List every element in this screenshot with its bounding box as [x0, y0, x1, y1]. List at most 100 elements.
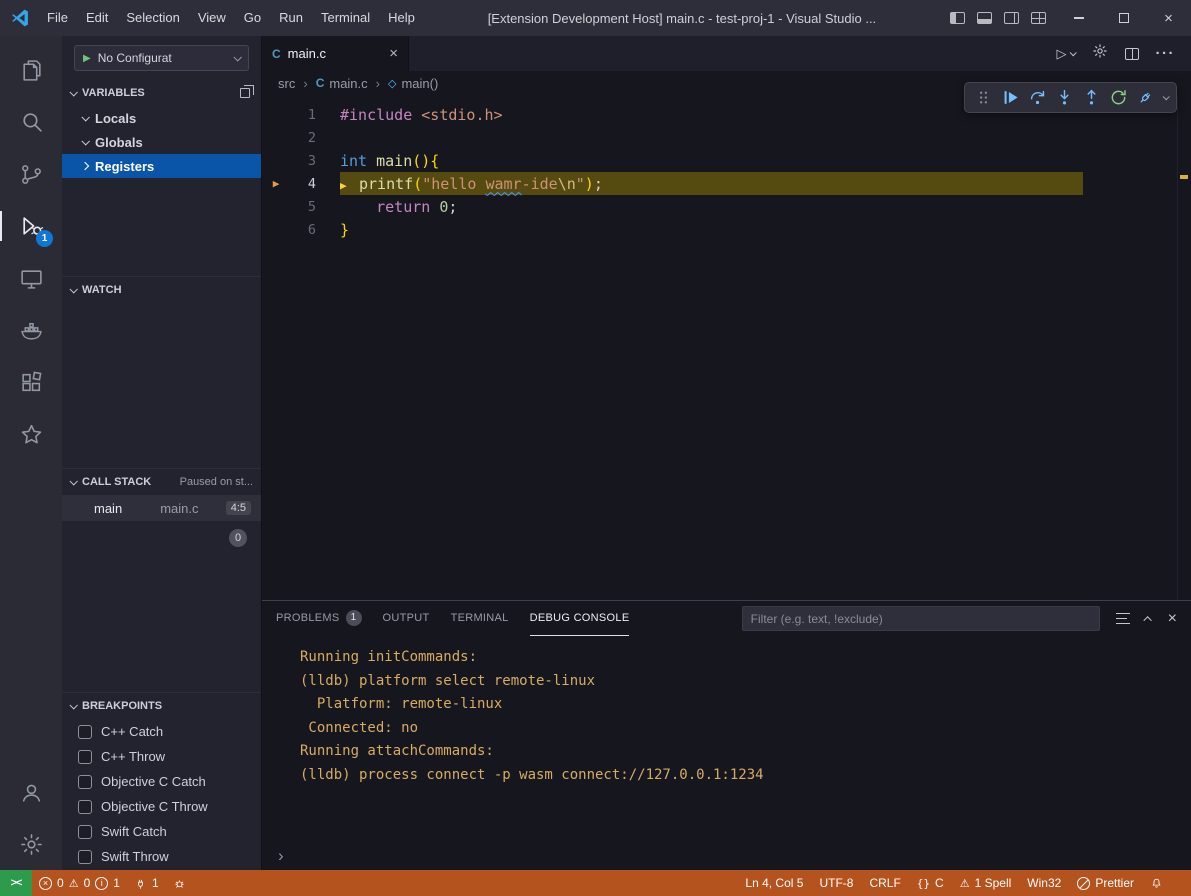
breakpoint-item[interactable]: C++ Catch	[62, 719, 261, 744]
breakpoint-item[interactable]: Swift Throw	[62, 844, 261, 869]
accounts-icon[interactable]	[0, 766, 62, 818]
menu-selection[interactable]: Selection	[117, 0, 188, 36]
step-into-button[interactable]	[1051, 84, 1078, 111]
menu-run[interactable]: Run	[270, 0, 312, 36]
minimize-button[interactable]	[1056, 0, 1101, 36]
formatter-item[interactable]: Prettier	[1069, 870, 1142, 896]
code-line-5[interactable]: 5 return 0;	[262, 195, 1191, 218]
breadcrumb-item[interactable]: Cmain.c	[316, 76, 368, 91]
star-icon[interactable]	[0, 408, 62, 460]
disconnect-button[interactable]	[1132, 84, 1159, 111]
encoding-item[interactable]: UTF-8	[811, 870, 861, 896]
output-lines-icon[interactable]	[1116, 613, 1130, 624]
chevron-down-icon	[69, 701, 77, 709]
close-button[interactable]: ×	[1146, 0, 1191, 36]
notifications-bell-icon[interactable]	[1142, 870, 1171, 896]
panel-tab-problems[interactable]: PROBLEMS1	[276, 601, 362, 636]
menu-file[interactable]: File	[38, 0, 77, 36]
menu-help[interactable]: Help	[379, 0, 424, 36]
console-output[interactable]: Running initCommands:(lldb) platform sel…	[262, 636, 1191, 842]
tab-main-c[interactable]: C main.c ×	[262, 36, 409, 71]
breakpoint-checkbox[interactable]	[78, 775, 92, 789]
breadcrumb-item[interactable]: src	[278, 76, 295, 91]
start-debugging-icon[interactable]: ▶	[83, 53, 91, 64]
spell-checker-item[interactable]: ⚠ 1 Spell	[952, 870, 1020, 896]
console-filter-input[interactable]	[742, 606, 1100, 631]
symbol-icon: ◇	[388, 77, 396, 90]
breakpoints-header[interactable]: BREAKPOINTS	[62, 693, 261, 719]
diagnostics-item[interactable]: × 0 ⚠ 0 i 1	[32, 870, 127, 896]
menu-go[interactable]: Go	[235, 0, 270, 36]
menu-terminal[interactable]: Terminal	[312, 0, 379, 36]
step-out-button[interactable]	[1078, 84, 1105, 111]
breakpoint-checkbox[interactable]	[78, 725, 92, 739]
breakpoint-checkbox[interactable]	[78, 750, 92, 764]
code-line-2[interactable]: 2	[262, 126, 1191, 149]
docker-icon[interactable]	[0, 304, 62, 356]
breadcrumb-item[interactable]: ◇main()	[388, 76, 438, 91]
debug-status-item[interactable]	[166, 870, 193, 896]
remote-indicator[interactable]: ><	[0, 870, 32, 896]
console-input-row[interactable]: ›	[262, 842, 1191, 870]
variables-item-registers[interactable]: Registers	[62, 154, 261, 178]
drag-grip-icon[interactable]	[970, 84, 997, 111]
source-control-icon[interactable]	[0, 148, 62, 200]
menu-view[interactable]: View	[189, 0, 235, 36]
cursor-position-item[interactable]: Ln 4, Col 5	[737, 870, 811, 896]
breakpoint-item[interactable]: Objective C Throw	[62, 794, 261, 819]
stack-frame-row[interactable]: main main.c 4:5	[62, 495, 261, 521]
debug-config-dropdown[interactable]: ▶ No Configurat	[74, 45, 249, 71]
settings-gear-icon[interactable]	[0, 818, 62, 870]
breakpoint-checkbox[interactable]	[78, 825, 92, 839]
toggle-panel-icon[interactable]	[977, 12, 992, 24]
restart-button[interactable]	[1105, 84, 1132, 111]
breakpoint-checkbox[interactable]	[78, 800, 92, 814]
maximize-panel-icon[interactable]	[1143, 616, 1151, 624]
close-panel-icon[interactable]: ×	[1168, 611, 1177, 627]
call-stack-header[interactable]: CALL STACK Paused on st...	[62, 469, 261, 495]
breakpoint-arrow-icon[interactable]: ▶	[262, 177, 290, 190]
panel-tab-output[interactable]: OUTPUT	[383, 601, 430, 636]
variables-item-locals[interactable]: Locals	[62, 106, 261, 130]
watch-header[interactable]: WATCH	[62, 277, 261, 303]
toggle-sidebar-icon[interactable]	[950, 12, 965, 24]
breakpoint-item[interactable]: Objective C Catch	[62, 769, 261, 794]
breakpoint-item[interactable]: C++ Throw	[62, 744, 261, 769]
customize-layout-icon[interactable]	[1031, 12, 1046, 24]
language-mode-item[interactable]: {} C	[909, 870, 952, 896]
menu-bar: FileEditSelectionViewGoRunTerminalHelp	[38, 0, 424, 36]
editor-settings-gear-icon[interactable]	[1092, 43, 1108, 64]
platform-item[interactable]: Win32	[1019, 870, 1069, 896]
toggle-secondary-sidebar-icon[interactable]	[1004, 12, 1019, 24]
extensions-icon[interactable]	[0, 356, 62, 408]
split-editor-icon[interactable]	[1125, 48, 1139, 60]
code-line-3[interactable]: 3int main(){	[262, 149, 1191, 172]
ports-item[interactable]: 1	[127, 870, 166, 896]
run-and-debug-icon[interactable]: 1	[0, 200, 62, 252]
c-file-icon: C	[316, 76, 325, 90]
maximize-button[interactable]	[1101, 0, 1146, 36]
menu-edit[interactable]: Edit	[77, 0, 117, 36]
panel-tab-debug-console[interactable]: DEBUG CONSOLE	[530, 601, 630, 636]
explorer-icon[interactable]	[0, 44, 62, 96]
code-editor[interactable]: 1#include <stdio.h>23int main(){▶4▶print…	[262, 95, 1191, 600]
continue-button[interactable]	[997, 84, 1024, 111]
activity-bar: 1	[0, 36, 62, 870]
run-or-debug-icon[interactable]: ▷	[1057, 46, 1075, 62]
overview-ruler[interactable]	[1177, 95, 1191, 600]
code-line-6[interactable]: 6}	[262, 218, 1191, 241]
breakpoint-checkbox[interactable]	[78, 850, 92, 864]
step-over-button[interactable]	[1024, 84, 1051, 111]
breakpoint-item[interactable]: Swift Catch	[62, 819, 261, 844]
more-actions-icon[interactable]: ···	[1156, 45, 1176, 62]
variables-header[interactable]: VARIABLES	[62, 80, 261, 106]
variables-item-globals[interactable]: Globals	[62, 130, 261, 154]
close-tab-icon[interactable]: ×	[389, 45, 398, 62]
remote-explorer-icon[interactable]	[0, 252, 62, 304]
panel-tab-terminal[interactable]: TERMINAL	[451, 601, 509, 636]
search-icon[interactable]	[0, 96, 62, 148]
debug-session-chevron-icon[interactable]	[1159, 95, 1171, 100]
code-line-4[interactable]: ▶4▶printf("hello wamr-ide\n");	[262, 172, 1191, 195]
eol-item[interactable]: CRLF	[861, 870, 908, 896]
open-variables-view-icon[interactable]	[240, 88, 250, 98]
